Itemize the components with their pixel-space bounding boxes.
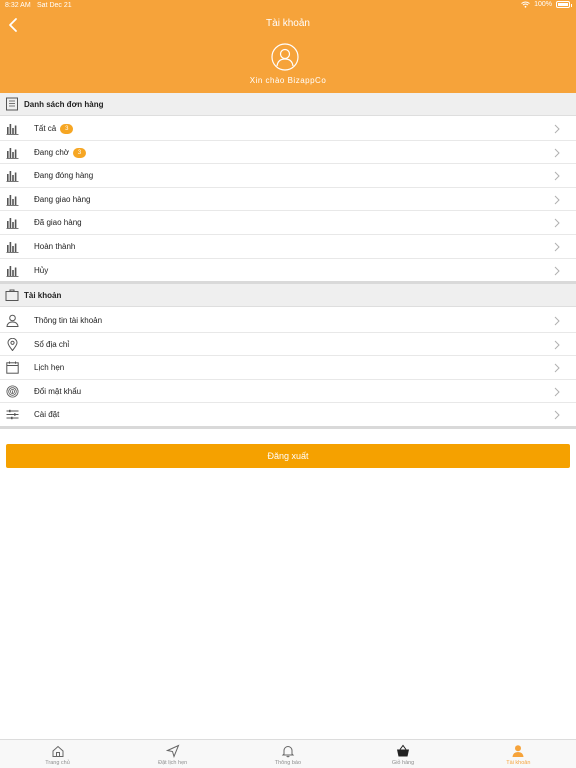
user-icon [512, 745, 524, 757]
chevron-right-icon [554, 363, 560, 373]
bar-chart-icon [6, 124, 19, 135]
section-divider [0, 426, 576, 429]
order-status-row[interactable]: Hủy [0, 258, 576, 283]
battery-percent: 100% [534, 1, 552, 8]
account-section-title: Tài khoản [24, 290, 62, 300]
tab-send[interactable]: Đặt lịch hẹn [115, 740, 230, 768]
tab-label: Giỏ hàng [391, 760, 415, 766]
order-status-label: Đang giao hàng [34, 195, 91, 204]
chevron-right-icon [554, 340, 560, 349]
basket-icon [397, 744, 410, 757]
person-icon [6, 314, 19, 327]
orders-section-header: Danh sách đơn hàng [0, 93, 576, 116]
bar-chart-icon [6, 194, 19, 206]
battery-icon [556, 1, 572, 8]
tab-label: Tài khoản [506, 760, 531, 766]
order-status-text: Đang giao hàng [34, 194, 91, 204]
count-badge: 3 [60, 124, 74, 134]
order-status-label: Hủy [34, 266, 48, 275]
account-section-header: Tài khoản [0, 284, 576, 307]
chevron-right-icon [554, 124, 560, 134]
order-status-label: Đang đóng hàng [34, 171, 93, 180]
account-menu-row[interactable]: Đổi mật khẩu [0, 379, 576, 404]
home-icon [52, 745, 63, 757]
order-status-label: Đang chờ 3 [34, 147, 87, 158]
bell-icon [281, 746, 295, 758]
bar-chart-icon [6, 147, 19, 159]
page-title: Tài khoản [266, 18, 310, 29]
status-bar: 8:32 AM Sat Dec 21 100% [0, 0, 576, 12]
tab-label: Trang chủ [45, 760, 70, 766]
order-status-text: Đang đóng hàng [34, 171, 94, 181]
chevron-right-icon [554, 219, 560, 228]
order-status-text: Hoàn thành [34, 242, 76, 251]
send-icon [165, 744, 180, 758]
status-right: 100% [521, 1, 572, 8]
orders-section-title: Danh sách đơn hàng [24, 99, 104, 109]
account-menu-row[interactable]: Thông tin tài khoản [0, 309, 576, 333]
account-menu-label: Đổi mật khẩu [34, 386, 82, 396]
document-list-icon [6, 97, 18, 111]
tab-home[interactable]: Trang chủ [0, 740, 115, 768]
order-status-row[interactable]: Đang giao hàng [0, 187, 576, 212]
sliders-icon [6, 410, 19, 420]
location-pin-icon [7, 337, 18, 351]
count-badge: 3 [73, 147, 87, 158]
logout-button[interactable]: Đăng xuất [6, 444, 570, 468]
status-time: 8:32 AM [5, 2, 31, 9]
bar-chart-icon [6, 218, 19, 230]
chevron-right-icon [554, 387, 560, 397]
tab-bar: Trang chủ Đặt lịch hẹn Thông báo Giỏ hàng Tà… [0, 739, 576, 768]
account-screen: 8:32 AM Sat Dec 21 100% Tài khoản Xin ch… [0, 0, 576, 768]
order-status-row[interactable]: Hoàn thành [0, 235, 576, 259]
calendar-icon [6, 361, 19, 374]
bar-chart-icon [6, 171, 19, 182]
order-status-text: Hủy [34, 265, 49, 275]
account-menu-label: Sổ địa chỉ [34, 339, 70, 349]
briefcase-icon [5, 289, 19, 301]
account-menu-row[interactable]: Cài đặt [0, 403, 576, 427]
wifi-icon [521, 1, 530, 8]
order-status-label: Hoàn thành [34, 242, 75, 251]
tab-label: Đặt lịch hẹn [158, 760, 188, 766]
chevron-right-icon [554, 148, 560, 157]
order-status-row[interactable]: Đã giao hàng [0, 211, 576, 235]
tab-bell[interactable]: Thông báo [230, 740, 345, 768]
account-menu-label: Cài đặt [34, 410, 60, 420]
order-status-text: Đã giao hàng [34, 218, 82, 228]
chevron-right-icon [554, 411, 560, 420]
tab-user[interactable]: Tài khoản [461, 740, 576, 768]
account-menu-row[interactable]: Sổ địa chỉ [0, 332, 576, 357]
avatar-icon[interactable] [271, 43, 299, 71]
account-menu-label: Lịch hẹn [34, 363, 65, 373]
greeting-text: Xin chào BizappCo [249, 76, 327, 85]
tab-basket[interactable]: Giỏ hàng [346, 740, 461, 768]
order-status-label: Tất cả 3 [34, 124, 74, 134]
order-status-text: Tất cả [34, 124, 57, 133]
order-status-row[interactable]: Đang chờ 3 [0, 140, 576, 165]
chevron-right-icon [554, 316, 560, 326]
bar-chart-icon [6, 242, 19, 253]
account-menu-row[interactable]: Lịch hẹn [0, 356, 576, 380]
chevron-right-icon [554, 171, 560, 181]
order-status-label: Đã giao hàng [34, 218, 82, 227]
chevron-right-icon [554, 195, 560, 205]
tab-label: Thông báo [274, 760, 302, 766]
order-status-row[interactable]: Tất cả 3 [0, 117, 576, 141]
account-menu-label: Thông tin tài khoản [34, 316, 103, 325]
fingerprint-icon [6, 385, 19, 398]
chevron-right-icon [554, 242, 560, 252]
status-date: Sat Dec 21 [37, 2, 72, 9]
profile-header: 8:32 AM Sat Dec 21 100% Tài khoản Xin ch… [0, 0, 576, 93]
order-status-row[interactable]: Đang đóng hàng [0, 164, 576, 188]
order-status-text: Đang chờ [34, 147, 70, 157]
chevron-right-icon [554, 266, 560, 275]
bar-chart-icon [6, 265, 19, 277]
